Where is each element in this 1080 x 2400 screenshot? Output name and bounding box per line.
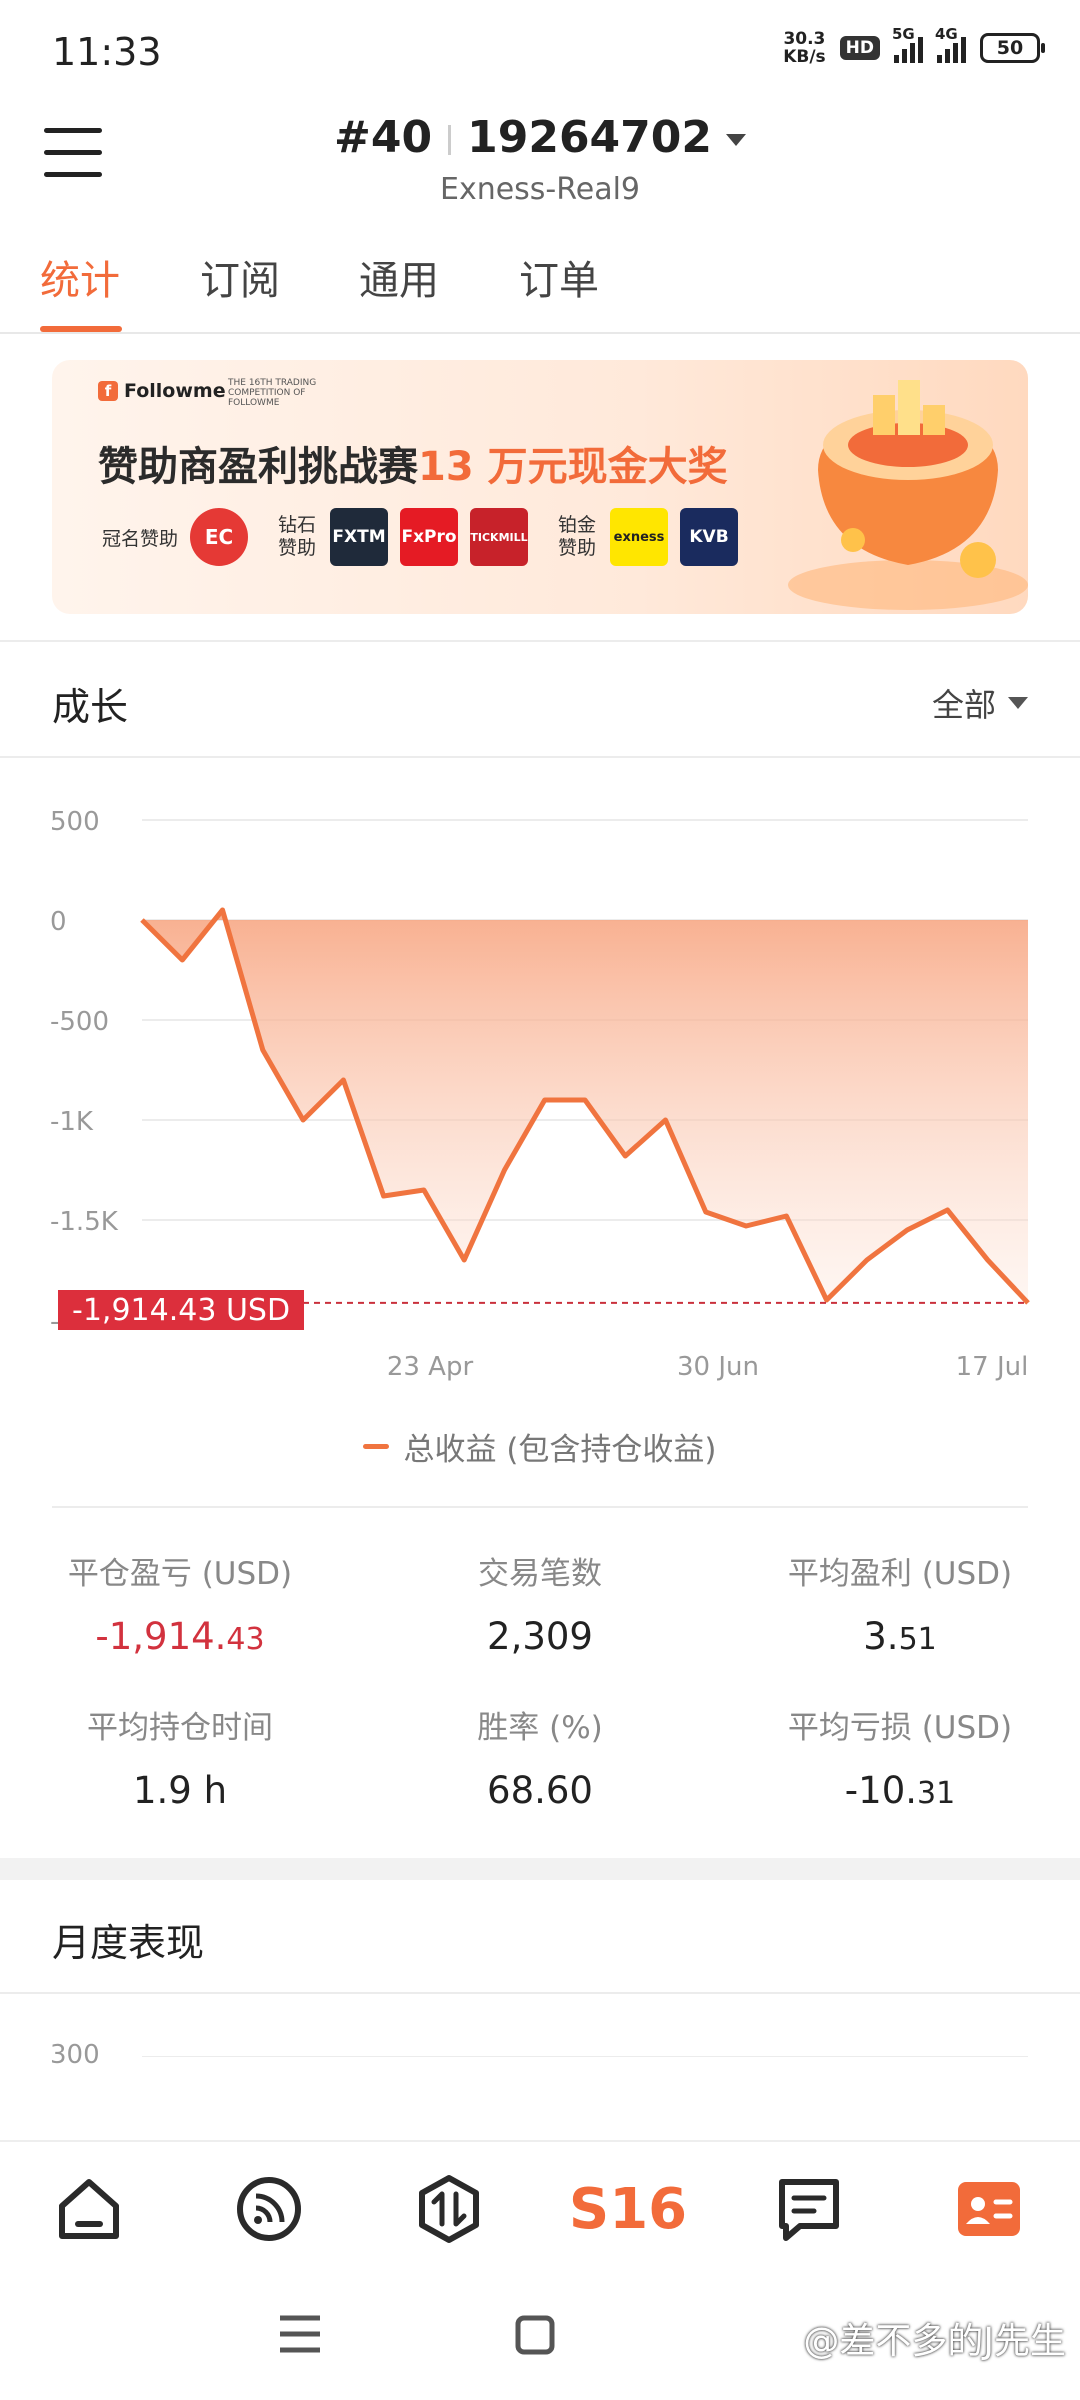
- s16-logo[interactable]: S16: [568, 2164, 688, 2254]
- bottom-nav: S16: [0, 2140, 1080, 2272]
- sim1-label: 5G: [892, 25, 915, 43]
- platinum-sponsor-label: 铂金赞助: [558, 514, 597, 559]
- sponsor-fxpro: FxPro: [400, 508, 459, 566]
- x-tick-label: 30 Jun: [677, 1352, 759, 1382]
- banner-title-prefix: 赞助商盈利挑战赛: [98, 444, 418, 490]
- stat-avg-profit: 平均盈利 (USD) 3.51: [750, 1548, 1050, 1658]
- sponsor-tickmill: TICKMILL: [470, 508, 529, 566]
- promo-banner[interactable]: f Followme THE 16TH TRADING COMPETITION O…: [52, 360, 1028, 614]
- legend-swatch: [363, 1444, 390, 1449]
- sim2-label: 4G: [935, 25, 958, 43]
- rank-number: #40: [333, 112, 433, 163]
- net-speed: 30.3 KB/s: [783, 30, 825, 66]
- followme-logo: f Followme: [98, 380, 226, 402]
- stat-label: 平均持仓时间: [87, 1710, 273, 1746]
- tab-orders[interactable]: 订单: [519, 248, 599, 306]
- stat-closed-pnl: 平仓盈亏 (USD) -1,914.43: [30, 1548, 330, 1658]
- home-icon[interactable]: [44, 2164, 134, 2254]
- s16-label: S16: [568, 2176, 688, 2242]
- chart-legend[interactable]: 总收益 (包含持仓收益): [0, 1424, 1080, 1469]
- tab-bar: 统计 订阅 通用 订单: [0, 248, 1080, 334]
- y-tick-label: -1K: [50, 1107, 94, 1137]
- stat-avg-loss: 平均亏损 (USD) -10.31: [750, 1702, 1050, 1812]
- active-tab-indicator: [40, 326, 122, 332]
- sponsor-row: 冠名赞助 EC 钻石赞助 FXTM FxPro TICKMILL 铂金赞助 ex…: [102, 508, 739, 566]
- title-sponsor-label: 冠名赞助: [102, 527, 179, 550]
- account-id: 19264702: [467, 112, 713, 163]
- y-tick-label: 0: [50, 907, 67, 937]
- diamond-sponsor-label: 钻石赞助: [278, 514, 317, 559]
- growth-area: [142, 910, 1028, 1303]
- stat-value: -1,914.43: [95, 1615, 265, 1658]
- feed-icon[interactable]: [224, 2164, 314, 2254]
- net-speed-value: 30.3: [783, 29, 826, 49]
- x-tick-label: 23 Apr: [387, 1352, 474, 1382]
- sponsor-exness: exness: [610, 508, 669, 566]
- stat-trade-count: 交易笔数 2,309: [390, 1548, 690, 1658]
- stat-value: 2,309: [487, 1615, 593, 1658]
- account-switcher[interactable]: #40 19264702: [0, 112, 1080, 163]
- stat-label: 交易笔数: [478, 1556, 602, 1592]
- stat-label: 平均亏损 (USD): [787, 1710, 1013, 1746]
- stat-label: 平均盈利 (USD): [787, 1556, 1013, 1592]
- stat-label: 胜率 (%): [477, 1710, 603, 1746]
- chevron-down-icon: [1008, 697, 1028, 709]
- x-tick-label: 17 Jul: [956, 1352, 1029, 1382]
- legend-label: 总收益 (包含持仓收益): [403, 1432, 717, 1468]
- y-tick-label: -1.5K: [50, 1207, 119, 1237]
- signal-4g-icon: 4G: [935, 25, 966, 63]
- stat-label: 平仓盈亏 (USD): [67, 1556, 293, 1592]
- tab-general[interactable]: 通用: [359, 248, 439, 306]
- stat-value: 1.9 h: [132, 1769, 228, 1812]
- signal-5g-icon: 5G: [892, 25, 923, 63]
- sponsor-ec: EC: [190, 508, 249, 566]
- sponsor-fxtm: FXTM: [330, 508, 389, 566]
- watermark: @差不多的J先生: [803, 2321, 1066, 2362]
- profile-icon[interactable]: [944, 2164, 1034, 2254]
- trophy-illustration: [788, 380, 1028, 610]
- banner-title: 赞助商盈利挑战赛13 万元现金大奖: [98, 434, 728, 492]
- current-value-tag: -1,914.43 USD: [58, 1290, 305, 1330]
- brand-name: Followme: [124, 380, 226, 402]
- stat-value: 3.51: [863, 1615, 937, 1658]
- status-icons: 30.3 KB/s HD 5G 4G 50: [783, 25, 1045, 66]
- message-icon[interactable]: [764, 2164, 854, 2254]
- stat-avg-hold-time: 平均持仓时间 1.9 h: [30, 1702, 330, 1812]
- server-name: Exness-Real9: [439, 172, 641, 207]
- status-time: 11:33: [52, 30, 162, 74]
- banner-title-highlight: 13 万元现金大奖: [418, 444, 728, 490]
- y-tick-label: -500: [50, 1007, 109, 1037]
- chevron-down-icon: [726, 134, 747, 146]
- net-speed-unit: KB/s: [783, 47, 826, 67]
- monthly-y-tick: 300: [50, 2040, 100, 2070]
- trade-icon[interactable]: [404, 2164, 494, 2254]
- monthly-title: 月度表现: [52, 1921, 205, 1965]
- period-filter-label: 全部: [931, 686, 996, 724]
- battery-icon: 50: [980, 33, 1045, 63]
- y-tick-label: 500: [50, 807, 100, 837]
- home-button-icon[interactable]: [514, 2314, 556, 2356]
- section-separator: [0, 1858, 1080, 1880]
- hd-badge: HD: [839, 36, 880, 60]
- tab-stats[interactable]: 统计: [40, 248, 120, 306]
- stat-value: -10.31: [844, 1769, 956, 1812]
- stat-value: 68.60: [487, 1769, 593, 1812]
- battery-level: 50: [996, 37, 1024, 59]
- sponsor-kvb: KVB: [680, 508, 739, 566]
- growth-title: 成长: [52, 685, 129, 729]
- competition-line: THE 16TH TRADING COMPETITION OF FOLLOWME: [228, 378, 317, 408]
- period-filter[interactable]: 全部: [932, 680, 1028, 726]
- stat-win-rate: 胜率 (%) 68.60: [390, 1702, 690, 1812]
- recents-icon[interactable]: [278, 2314, 322, 2354]
- tab-subscribe[interactable]: 订阅: [200, 248, 280, 306]
